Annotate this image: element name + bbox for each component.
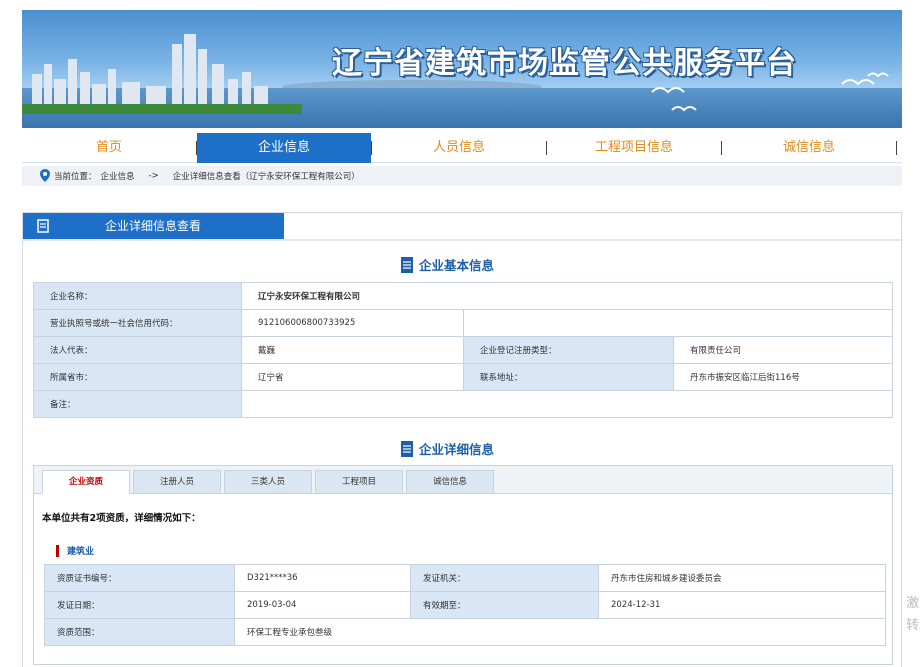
tab-qualification[interactable]: 企业资质 bbox=[42, 470, 130, 494]
company-name-link[interactable]: 辽宁永安环保工程有限公司 bbox=[241, 282, 893, 310]
issue-date-label: 发证日期： bbox=[44, 591, 235, 619]
detail-tabs-box: 企业资质 注册人员 三类人员 工程项目 诚信信息 本单位共有2项资质，详细情况如… bbox=[33, 465, 893, 665]
breadcrumb-arrow: -> bbox=[148, 171, 159, 181]
nav-enterprise[interactable]: 企业信息 bbox=[197, 132, 371, 163]
province-value: 辽宁省 bbox=[241, 363, 464, 391]
table-row: 资质范围： 环保工程专业承包叁级 bbox=[44, 618, 886, 646]
breadcrumb-level1[interactable]: 企业信息 bbox=[101, 170, 135, 182]
cert-no-value: D321****36 bbox=[234, 564, 411, 592]
panel-title: 企业详细信息查看 bbox=[105, 219, 202, 233]
table-row: 企业名称： 辽宁永安环保工程有限公司 bbox=[33, 282, 893, 310]
basic-info-title: 企业基本信息 bbox=[419, 258, 495, 273]
table-row: 资质证书编号： D321****36 发证机关： 丹东市住房和城乡建设委员会 bbox=[44, 564, 886, 592]
qualification-summary: 本单位共有2项资质，详细情况如下： bbox=[42, 513, 201, 524]
nav-personnel[interactable]: 人员信息 bbox=[372, 133, 546, 163]
category-label: 建筑业 bbox=[67, 547, 95, 557]
tab-bar: 企业资质 注册人员 三类人员 工程项目 诚信信息 bbox=[34, 466, 892, 494]
nav-home[interactable]: 首页 bbox=[22, 133, 196, 163]
cert-no-label: 资质证书编号： bbox=[44, 564, 235, 592]
breadcrumb-level2: 企业详细信息查看（辽宁永安环保工程有限公司） bbox=[172, 172, 360, 182]
qualification-table: 资质证书编号： D321****36 发证机关： 丹东市住房和城乡建设委员会 发… bbox=[44, 564, 886, 646]
license-value: 912106006800733925 bbox=[241, 309, 464, 337]
legal-rep-label: 法人代表： bbox=[33, 336, 242, 364]
company-name-label: 企业名称： bbox=[33, 282, 242, 310]
breadcrumb-prefix: 当前位置： bbox=[54, 172, 97, 182]
table-row: 营业执照号或统一社会信用代码： 912106006800733925 bbox=[33, 309, 893, 337]
address-value: 丹东市振安区临江后街116号 bbox=[673, 363, 893, 391]
reg-type-value: 有限责任公司 bbox=[673, 336, 893, 364]
side-text-1: 激 bbox=[906, 596, 920, 611]
issue-date-value: 2019-03-04 bbox=[234, 591, 411, 619]
tab-three-types-staff[interactable]: 三类人员 bbox=[224, 470, 312, 494]
address-label: 联系地址： bbox=[463, 363, 674, 391]
issuer-value: 丹东市住房和城乡建设委员会 bbox=[598, 564, 886, 592]
license-empty-cell bbox=[463, 309, 893, 337]
document-icon bbox=[401, 440, 413, 457]
tab-credit[interactable]: 诚信信息 bbox=[406, 470, 494, 494]
reg-type-label: 企业登记注册类型： bbox=[463, 336, 674, 364]
nav-projects[interactable]: 工程项目信息 bbox=[547, 133, 721, 163]
issuer-label: 发证机关： bbox=[410, 564, 599, 592]
document-icon bbox=[401, 256, 413, 273]
breadcrumb: 当前位置： 企业信息 -> 企业详细信息查看（辽宁永安环保工程有限公司） bbox=[22, 166, 902, 186]
scope-value: 环保工程专业承包叁级 bbox=[234, 618, 886, 646]
table-row: 法人代表： 戴巍 企业登记注册类型： 有限责任公司 bbox=[33, 336, 893, 364]
detail-info-title: 企业详细信息 bbox=[419, 442, 495, 457]
panel-header-strip bbox=[23, 239, 903, 241]
remark-value bbox=[241, 390, 893, 418]
header-banner: 辽宁省建筑市场监管公共服务平台 bbox=[22, 10, 902, 128]
banner-birds bbox=[651, 72, 889, 112]
valid-until-value: 2024-12-31 bbox=[598, 591, 886, 619]
table-row: 发证日期： 2019-03-04 有效期至： 2024-12-31 bbox=[44, 591, 886, 619]
basic-info-table: 企业名称： 辽宁永安环保工程有限公司 营业执照号或统一社会信用代码： 91210… bbox=[33, 282, 893, 418]
valid-until-label: 有效期至： bbox=[410, 591, 599, 619]
table-row: 备注： bbox=[33, 390, 893, 418]
remark-label: 备注： bbox=[33, 390, 242, 418]
location-pin-icon bbox=[40, 169, 50, 182]
side-text-2: 转 bbox=[906, 618, 920, 633]
tab-registered-staff[interactable]: 注册人员 bbox=[133, 470, 221, 494]
category-heading: 建筑业 bbox=[56, 544, 94, 557]
nav-credit[interactable]: 诚信信息 bbox=[722, 133, 896, 163]
document-icon bbox=[37, 219, 49, 233]
province-label: 所属省市： bbox=[33, 363, 242, 391]
table-row: 所属省市： 辽宁省 联系地址： 丹东市振安区临江后街116号 bbox=[33, 363, 893, 391]
detail-panel: 企业详细信息查看 企业基本信息 企业名称： 辽宁永安环保工程有限公司 营业执照号… bbox=[22, 212, 903, 667]
detail-info-heading: 企业详细信息 bbox=[401, 439, 494, 458]
basic-info-heading: 企业基本信息 bbox=[401, 255, 494, 274]
banner-city-skyline bbox=[22, 34, 302, 114]
panel-header: 企业详细信息查看 bbox=[23, 213, 284, 239]
category-marker bbox=[56, 544, 59, 557]
license-label: 营业执照号或统一社会信用代码： bbox=[33, 309, 242, 337]
legal-rep-value: 戴巍 bbox=[241, 336, 464, 364]
tab-projects[interactable]: 工程项目 bbox=[315, 470, 403, 494]
main-nav: 首页 企业信息 人员信息 工程项目信息 诚信信息 bbox=[22, 132, 902, 163]
scope-label: 资质范围： bbox=[44, 618, 235, 646]
nav-separator bbox=[896, 140, 897, 155]
